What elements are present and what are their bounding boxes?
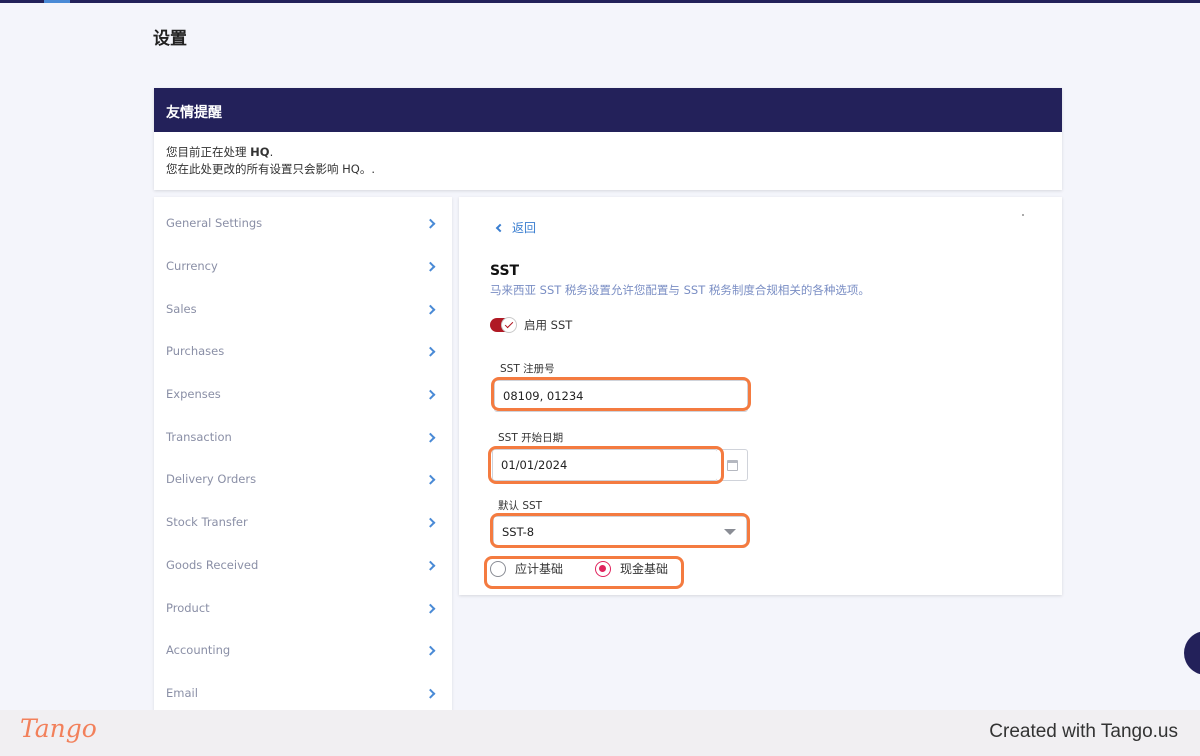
sidebar-item-label: Product xyxy=(166,600,210,615)
sidebar-item-purchases[interactable]: Purchases xyxy=(154,330,452,373)
sidebar-item-goods-received[interactable]: Goods Received xyxy=(154,544,452,587)
start-date-input[interactable]: 01/01/2024 xyxy=(492,449,718,481)
chevron-right-icon xyxy=(425,432,436,443)
sidebar-item-label: Expenses xyxy=(166,387,221,402)
sidebar-item-label: Delivery Orders xyxy=(166,472,257,487)
sidebar-item-currency[interactable]: Currency xyxy=(154,245,452,288)
tango-credit: Created with Tango.us xyxy=(989,721,1178,742)
reminder-title: 友情提醒 xyxy=(154,88,1062,132)
start-date-value: 01/01/2024 xyxy=(501,458,568,472)
chevron-right-icon xyxy=(425,645,436,656)
section-description: 马来西亚 SST 税务设置允许您配置与 SST 税务制度合规相关的各种选项。 xyxy=(490,283,870,297)
chevron-right-icon xyxy=(425,261,436,272)
sidebar-item-label: Stock Transfer xyxy=(166,515,248,530)
sidebar-item-transaction[interactable]: Transaction xyxy=(154,415,452,458)
sidebar-item-label: Purchases xyxy=(166,344,225,359)
radio-cash-label: 现金基础 xyxy=(620,562,669,576)
sidebar-item-product[interactable]: Product xyxy=(154,586,452,629)
sidebar-item-label: Currency xyxy=(166,259,218,274)
default-sst-select[interactable]: SST-8 xyxy=(493,516,747,548)
chevron-right-icon xyxy=(425,560,436,571)
reminder-line-2: 您在此处更改的所有设置只会影响 HQ。. xyxy=(166,162,376,176)
chevron-right-icon xyxy=(425,304,436,315)
sidebar-item-label: Goods Received xyxy=(166,557,259,572)
chevron-right-icon xyxy=(425,219,436,229)
section-title: SST xyxy=(490,263,520,279)
radio-circle xyxy=(490,560,506,577)
sidebar-item-label: Sales xyxy=(166,301,197,316)
sidebar-item-sales[interactable]: Sales xyxy=(154,287,452,330)
sidebar-item-label: General Settings xyxy=(166,216,263,231)
chevron-right-icon xyxy=(425,517,436,528)
reminder-line-1: 您目前正在处理 HQ. xyxy=(166,144,1050,161)
reminder-line-1-suffix: . xyxy=(269,145,274,159)
sidebar-item-label: Email xyxy=(166,685,198,700)
sidebar-item-expenses[interactable]: Expenses xyxy=(154,373,452,416)
chevron-right-icon xyxy=(425,389,436,400)
sidebar-item-accounting[interactable]: Accounting xyxy=(154,629,452,672)
radio-accrual-basis[interactable]: 应计基础 xyxy=(490,560,563,577)
top-accent xyxy=(44,0,70,3)
chevron-left-icon xyxy=(495,223,505,232)
tango-footer: Tango Created with Tango.us xyxy=(0,710,1200,756)
chevron-right-icon xyxy=(425,603,436,614)
default-sst-label: 默认 SST xyxy=(498,500,543,512)
enable-sst-row: 启用 SST xyxy=(490,317,572,333)
enable-sst-toggle[interactable] xyxy=(490,317,517,333)
radio-accrual-label: 应计基础 xyxy=(515,562,564,576)
default-sst-value: SST-8 xyxy=(502,525,535,539)
start-date-label: SST 开始日期 xyxy=(498,432,564,444)
chevron-right-icon xyxy=(425,688,436,699)
top-border xyxy=(0,0,1200,3)
caret-down-icon xyxy=(724,529,736,535)
calendar-button[interactable] xyxy=(717,449,748,481)
calendar-icon xyxy=(726,459,738,471)
sidebar-item-label: Transaction xyxy=(166,429,232,444)
radio-circle-selected xyxy=(595,560,612,577)
sidebar-item-delivery-orders[interactable]: Delivery Orders xyxy=(154,458,452,501)
basis-radio-group: 应计基础 现金基础 xyxy=(490,560,668,577)
check-icon xyxy=(501,317,517,333)
reminder-card: 友情提醒 您目前正在处理 HQ. 您在此处更改的所有设置只会影响 HQ。. xyxy=(154,88,1062,190)
settings-page: 设置 友情提醒 您目前正在处理 HQ. 您在此处更改的所有设置只会影响 HQ。.… xyxy=(0,0,1200,756)
tango-logo: Tango xyxy=(20,714,97,743)
back-label: 返回 xyxy=(512,221,537,235)
reminder-line-1-prefix: 您目前正在处理 xyxy=(166,145,251,159)
reg-no-label: SST 注册号 xyxy=(500,363,555,375)
settings-sidebar: General Settings Currency Sales Purchase… xyxy=(154,197,452,711)
reminder-body: 您目前正在处理 HQ. 您在此处更改的所有设置只会影响 HQ。. xyxy=(154,132,1062,178)
back-link[interactable]: 返回 xyxy=(495,219,537,236)
enable-sst-label: 启用 SST xyxy=(524,318,573,332)
chevron-right-icon xyxy=(425,347,436,358)
sidebar-item-general-settings[interactable]: General Settings xyxy=(154,202,452,245)
chevron-right-icon xyxy=(425,475,436,486)
page-title: 设置 xyxy=(153,29,187,49)
reg-no-input[interactable]: 08109, 01234 xyxy=(494,380,748,412)
sidebar-item-email[interactable]: Email xyxy=(154,672,452,711)
reg-no-value: 08109, 01234 xyxy=(503,389,584,403)
radio-cash-basis[interactable]: 现金基础 xyxy=(595,560,668,577)
sidebar-item-stock-transfer[interactable]: Stock Transfer xyxy=(154,501,452,544)
sidebar-item-label: Accounting xyxy=(166,643,231,658)
panel-dot xyxy=(1022,214,1024,216)
chat-bubble[interactable] xyxy=(1184,631,1200,675)
reminder-entity: HQ xyxy=(250,145,270,159)
